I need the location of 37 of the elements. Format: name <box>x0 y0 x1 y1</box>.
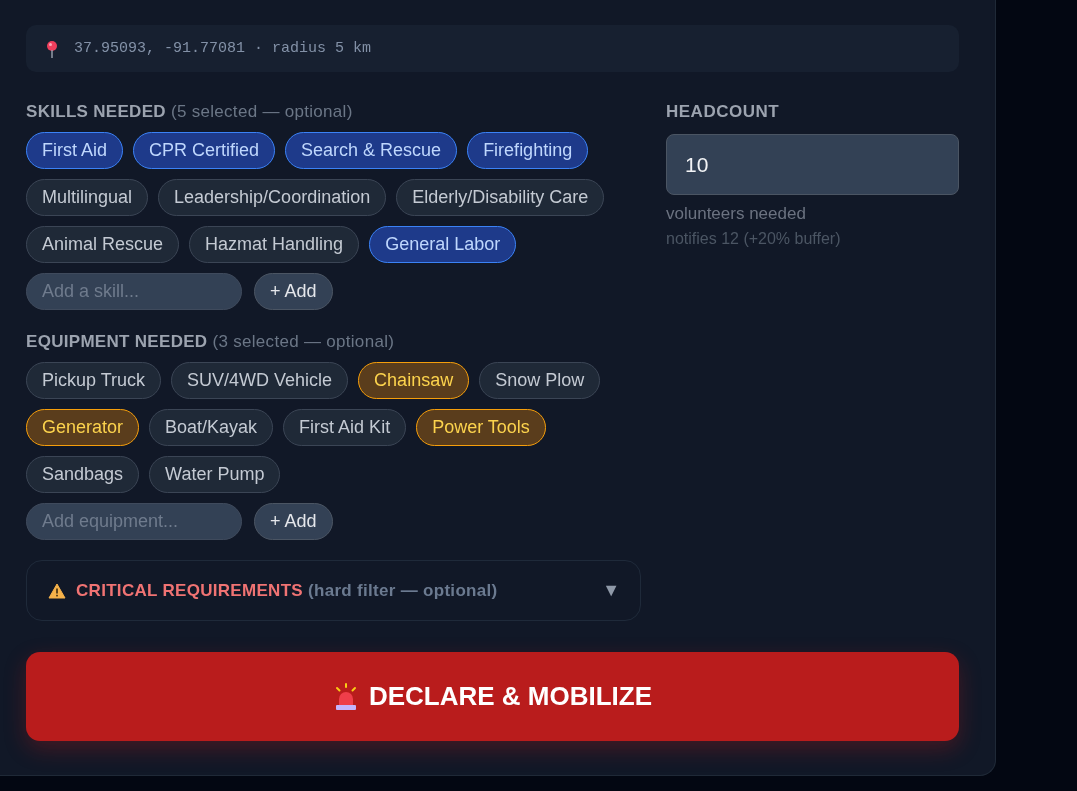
tag-chip[interactable]: Pickup Truck <box>26 362 162 399</box>
tag-chip[interactable]: Animal Rescue <box>26 226 180 263</box>
headcount-label: HEADCOUNT <box>666 102 781 122</box>
tag-chip[interactable]: Elderly/Disability Care <box>396 179 605 216</box>
tag-chip[interactable]: Leadership/Coordination <box>158 179 387 216</box>
add-button[interactable]: + Add <box>254 503 333 540</box>
add-field[interactable]: Add equipment... <box>26 503 242 540</box>
tag-chip[interactable]: Water Pump <box>149 456 281 493</box>
tag-chip[interactable]: SUV/4WD Vehicle <box>171 362 349 399</box>
tag-chip[interactable]: CPR Certified <box>133 132 276 169</box>
tag-chip[interactable]: Sandbags <box>26 456 140 493</box>
tag-chip[interactable]: Chainsaw <box>358 362 470 399</box>
tag-chip[interactable]: Generator <box>26 409 140 446</box>
coordinates-text: 37.95093, -91.77081 · radius 5 km <box>74 40 372 57</box>
warning-icon <box>48 582 66 599</box>
headcount-caption: volunteers needed <box>666 204 807 224</box>
tag-chip[interactable]: Snow Plow <box>479 362 601 399</box>
tag-chip[interactable]: Firefighting <box>467 132 589 169</box>
add-field[interactable]: Add a skill... <box>26 273 242 310</box>
section-label: SKILLS NEEDED (5 selected — optional) <box>26 102 354 122</box>
critical-requirements-toggle[interactable]: CRITICAL REQUIREMENTS (hard filter — optional) ▼ <box>26 560 641 621</box>
tag-chip[interactable]: Hazmat Handling <box>189 226 360 263</box>
add-button[interactable]: + Add <box>254 273 333 310</box>
tag-chip[interactable]: First Aid Kit <box>283 409 407 446</box>
critical-requirements-label: CRITICAL REQUIREMENTS (hard filter — optional) <box>76 580 499 601</box>
tag-chip[interactable]: First Aid <box>26 132 123 169</box>
declare-mobilize-button[interactable]: DECLARE & MOBILIZE <box>26 652 959 741</box>
caret-icon: ▼ <box>602 580 620 601</box>
headcount-field[interactable]: 10 <box>666 134 959 195</box>
tag-chip[interactable]: Multilingual <box>26 179 149 216</box>
notify-note: notifies 12 (+20% buffer) <box>666 230 842 248</box>
tag-chip[interactable]: Boat/Kayak <box>149 409 274 446</box>
section-label: EQUIPMENT NEEDED (3 selected — optional) <box>26 332 396 352</box>
pin-icon <box>46 39 58 58</box>
tag-chip[interactable]: Power Tools <box>416 409 546 446</box>
tag-chip[interactable]: Search & Rescue <box>285 132 458 169</box>
tag-chip[interactable]: General Labor <box>369 226 517 263</box>
